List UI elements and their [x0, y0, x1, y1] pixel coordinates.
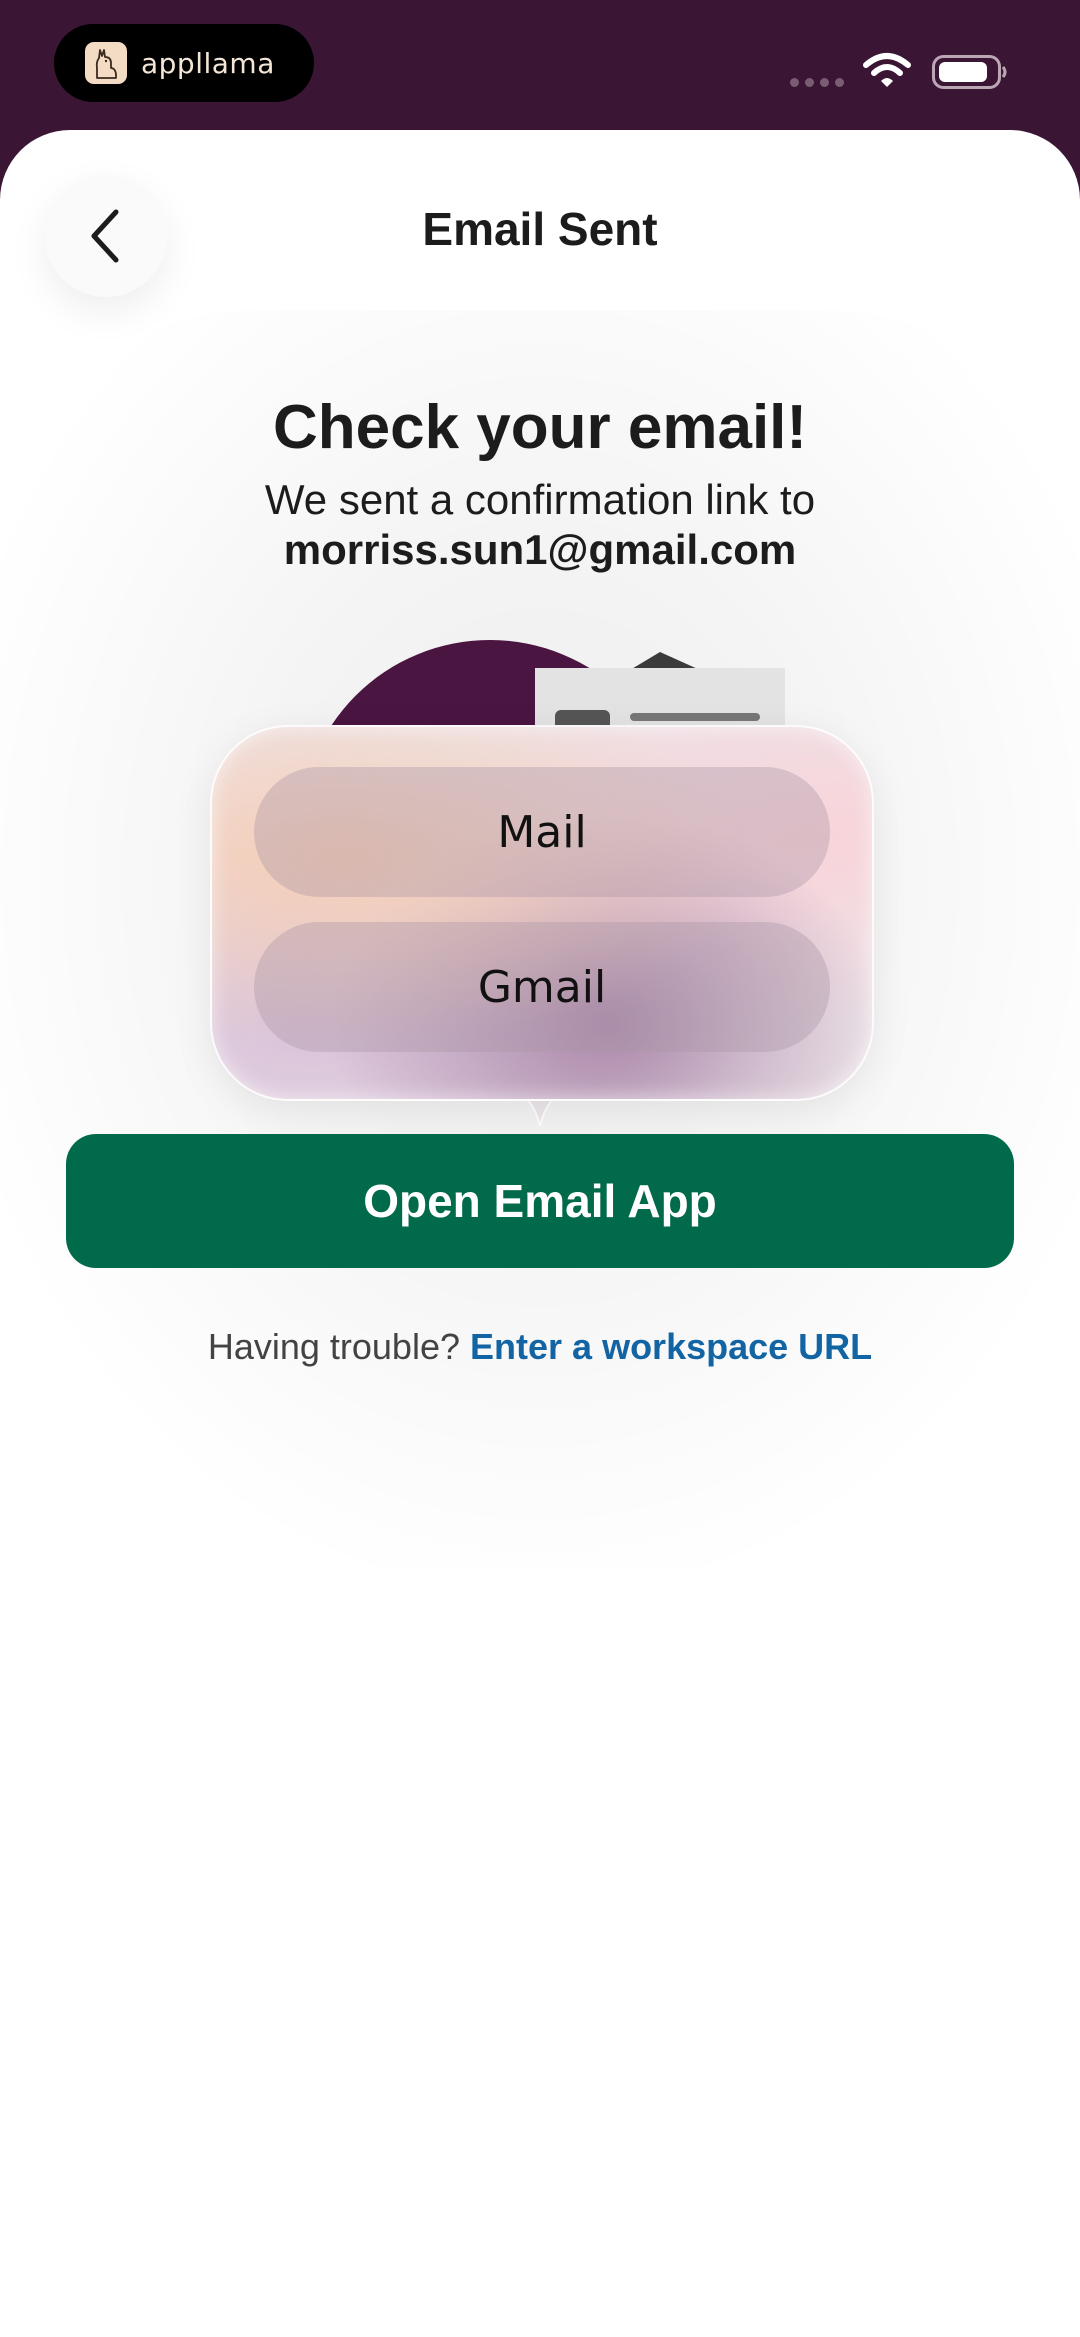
headline: Check your email!: [272, 393, 808, 462]
page-title: Email Sent: [422, 203, 658, 255]
trouble-text: Having trouble?: [207, 1326, 460, 1367]
llama-logo-icon: [85, 42, 127, 84]
email-app-menu: Mail Gmail: [210, 725, 874, 1101]
confirmation-text: We sent a confirmation link to: [264, 476, 816, 523]
cellular-signal-icon: [790, 78, 844, 87]
brand-name: appllama: [141, 46, 275, 80]
open-email-app-button[interactable]: Open Email App: [66, 1134, 1014, 1268]
mail-app-option[interactable]: Mail: [254, 767, 830, 897]
status-bar: appllama: [0, 0, 1080, 130]
gmail-app-option[interactable]: Gmail: [254, 922, 830, 1052]
wifi-icon: [863, 53, 911, 87]
app-badge: appllama: [54, 24, 314, 102]
email-address: morriss.sun1@gmail.com: [283, 526, 797, 573]
battery-icon: [932, 55, 1007, 89]
main-sheet: Email Sent Check your email! We sent a c…: [0, 130, 1080, 2337]
trouble-help: Having trouble? Enter a workspace URL: [0, 1326, 1080, 1368]
workspace-url-link[interactable]: Enter a workspace URL: [470, 1326, 872, 1367]
